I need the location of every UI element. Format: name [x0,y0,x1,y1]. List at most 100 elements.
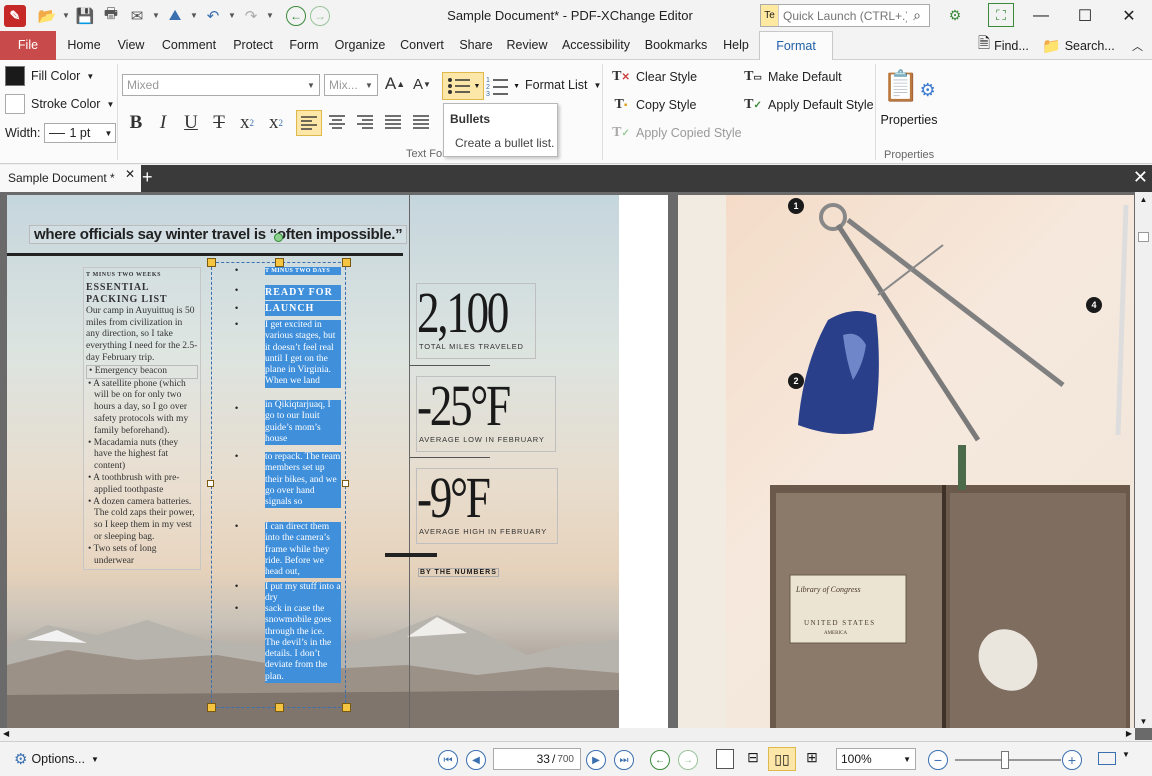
stroke-color-button[interactable]: Stroke Color ▼ [5,94,114,114]
two-page-icon[interactable]: ▯▯ [768,747,796,771]
copy-style-button[interactable]: T ▪ Copy Style [610,94,697,116]
font-combo[interactable]: Mixed ▼ [122,74,320,96]
tab-help[interactable]: Help [716,31,756,60]
scroll-down-icon[interactable]: ▼ [1135,717,1152,726]
make-default-button[interactable]: T ▭ Make Default [742,66,842,88]
italic-button[interactable]: I [151,111,175,135]
tab-protect[interactable]: Protect [226,31,280,60]
open-folder-icon[interactable]: 📂 [36,5,58,27]
fit-page-icon[interactable] [1098,752,1116,765]
vertical-scrollbar[interactable]: ▲ ▼ [1135,192,1152,728]
continuous-icon[interactable]: ⊟ [742,749,764,769]
minimize-icon[interactable]: — [1018,0,1064,31]
tab-home[interactable]: Home [60,31,108,60]
align-right-button[interactable] [353,110,379,136]
justify-button[interactable] [381,110,407,136]
resize-handle[interactable] [275,258,284,267]
email-icon[interactable]: ✉ [126,5,148,27]
quick-launch[interactable]: Te ⌕ [760,4,930,27]
scroll-right-icon[interactable]: ▶ [1126,729,1132,738]
scroll-thumb[interactable] [1138,232,1149,242]
stat-block[interactable]: -25°F AVERAGE LOW IN FEBRUARY [416,376,556,452]
format-list-button[interactable]: Format List ▼ [525,78,601,92]
save-icon[interactable]: 💾 [74,5,96,27]
redo-icon[interactable]: ↷ [240,5,262,27]
chevron-down-icon[interactable]: ▼ [62,11,70,20]
packing-list-box[interactable]: T MINUS TWO WEEKS ESSENTIAL PACKING LIST… [83,267,201,571]
tab-comment[interactable]: Comment [156,31,222,60]
properties-button[interactable]: 📋⚙ Properties [880,64,938,142]
tab-accessibility[interactable]: Accessibility [556,31,636,60]
resize-handle[interactable] [207,258,216,267]
scroll-up-icon[interactable]: ▲ [1135,192,1152,204]
chevron-down-icon[interactable]: ▼ [266,11,274,20]
tab-share[interactable]: Share [454,31,498,60]
clear-style-button[interactable]: T ✕ Clear Style [610,66,697,88]
stat-block[interactable]: -9°F AVERAGE HIGH IN FEBRUARY [416,468,558,544]
page-right[interactable]: Library of Congress UNITED STATES AMERIC… [678,195,1134,730]
prev-page-icon[interactable]: ◀ [466,750,486,770]
two-page-continuous-icon[interactable]: ⊞ [800,749,824,769]
resize-handle[interactable] [275,703,284,712]
last-page-icon[interactable]: ⏭ [614,750,634,770]
undo-icon[interactable]: ↶ [202,5,224,27]
zoom-in-icon[interactable]: + [1062,750,1082,770]
apply-copied-style-button[interactable]: T ✓ Apply Copied Style [610,122,742,144]
find-button[interactable]: 🗎 Find... [978,31,1029,60]
zoom-out-icon[interactable]: − [928,750,948,770]
chevron-down-icon[interactable]: ▼ [1122,750,1130,759]
single-page-icon[interactable] [716,749,734,769]
tab-review[interactable]: Review [502,31,552,60]
search-icon[interactable]: ⌕ [907,7,927,24]
new-tab-icon[interactable]: + [142,167,158,188]
rotate-handle[interactable] [274,233,283,242]
resize-handle[interactable] [342,258,351,267]
stat-block[interactable]: 2,100 TOTAL MILES TRAVELED [416,283,536,359]
page-number-input[interactable]: 33 / 700 [493,748,581,770]
options-button[interactable]: ⚙ Options... ▼ [14,750,99,768]
tab-convert[interactable]: Convert [394,31,450,60]
chevron-down-icon[interactable]: ▼ [190,11,198,20]
quick-launch-input[interactable] [779,8,907,23]
tab-form[interactable]: Form [282,31,326,60]
back-icon[interactable]: ← [286,5,306,26]
size-combo[interactable]: Mix... ▼ [324,74,378,96]
chevron-down-icon[interactable]: ▼ [228,11,236,20]
zoom-combo[interactable]: 100% ▼ [836,748,916,770]
grow-font-icon[interactable]: A ▲ [383,72,407,96]
article-headline[interactable]: where officials say winter travel is “of… [29,225,408,244]
zoom-slider-thumb[interactable] [1001,751,1009,769]
horizontal-scrollbar[interactable]: ◀ ▶ [0,728,1135,741]
callout-pin[interactable]: 4 [1086,297,1102,313]
callout-pin[interactable]: 2 [788,373,804,389]
document-view[interactable]: where officials say winter travel is “of… [0,192,1152,740]
chevron-down-icon[interactable]: ▼ [152,11,160,20]
shrink-font-icon[interactable]: A ▼ [410,72,434,96]
width-combo[interactable]: 1 pt ▼ [44,123,117,143]
underline-button[interactable]: U [179,111,203,135]
align-center-button[interactable] [325,110,351,136]
page-left[interactable]: where officials say winter travel is “of… [7,195,668,730]
strikethrough-button[interactable]: T [207,111,231,135]
bold-button[interactable]: B [124,111,148,135]
collapse-ribbon-icon[interactable]: ︿ [1132,31,1143,60]
forward-view-icon[interactable]: → [678,750,698,770]
resize-handle[interactable] [207,480,214,487]
callout-pin[interactable]: 1 [788,198,804,214]
scroll-left-icon[interactable]: ◀ [3,729,9,738]
fill-color-button[interactable]: Fill Color ▼ [5,66,94,86]
justify-all-button[interactable] [409,110,435,136]
first-page-icon[interactable]: ⏮ [438,750,458,770]
resize-handle[interactable] [342,480,349,487]
search-button[interactable]: 📁 Search... [1042,31,1115,60]
close-icon[interactable]: ✕ [1106,0,1152,31]
tab-bookmarks[interactable]: Bookmarks [640,31,712,60]
document-tab[interactable]: Sample Document * ✕ [0,165,141,192]
fullscreen-icon[interactable]: ⛶ [988,3,1014,27]
forward-icon[interactable]: → [310,5,330,26]
next-page-icon[interactable]: ▶ [586,750,606,770]
by-the-numbers-label[interactable]: BY THE NUMBERS [418,568,499,577]
apply-default-style-button[interactable]: T ✓ Apply Default Style [742,94,873,116]
resize-handle[interactable] [342,703,351,712]
tab-format[interactable]: Format [759,31,833,61]
